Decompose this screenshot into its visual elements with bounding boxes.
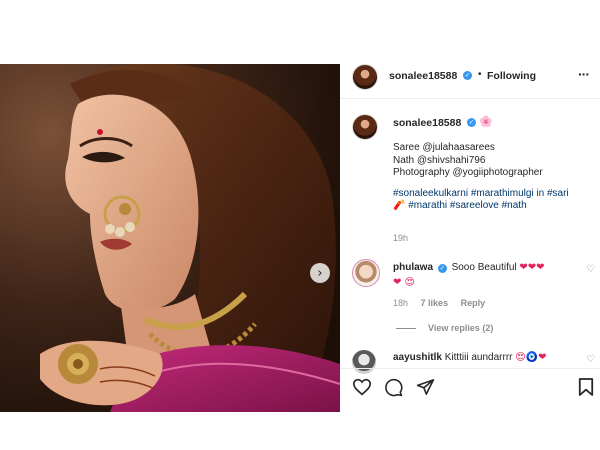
comment-aayushitlk: aayushitlk Kitttiii aundarrrr 😍🧿❤: [393, 350, 583, 365]
more-options-icon[interactable]: ···: [578, 66, 590, 82]
comment-emojis: ❤❤❤: [519, 262, 545, 273]
portrait-image: [0, 64, 340, 412]
comment-username[interactable]: phulawa: [393, 262, 433, 273]
verified-badge-icon: ✓: [463, 71, 472, 80]
caption-hashtags-line2-tags[interactable]: #marathi #sareelove #nath: [405, 200, 526, 211]
owner-username[interactable]: sonalee18588: [389, 70, 457, 82]
commenter-avatar-phulawa[interactable]: [352, 259, 380, 287]
owner-avatar[interactable]: [352, 64, 378, 90]
following-button[interactable]: Following: [487, 70, 536, 82]
post-details-panel: sonalee18588 ✓ • Following ··· sonalee18…: [340, 64, 600, 412]
heart-icon[interactable]: [352, 378, 372, 396]
firecracker-emoji: 🧨: [393, 200, 406, 212]
comment-username[interactable]: aayushitlk: [393, 352, 442, 363]
caption-username[interactable]: sonalee18588: [393, 117, 461, 129]
reply-button[interactable]: Reply: [461, 298, 486, 308]
comment-like-icon[interactable]: ♡: [586, 354, 595, 365]
bookmark-icon[interactable]: [578, 377, 594, 397]
caption-hashtags-line2: 🧨 #marathi #sareelove #nath: [393, 200, 598, 213]
chevron-right-icon: ›: [317, 265, 323, 281]
caption-line-saree: Saree @julahaasarees: [393, 142, 495, 153]
carousel-next-button[interactable]: ›: [310, 263, 330, 283]
caption-line-nath: Nath @shivshahi796: [393, 154, 486, 166]
caption-avatar[interactable]: [352, 114, 378, 140]
comment-meta: 18h 7 likes Reply: [393, 298, 485, 308]
caption-hashtags-line1[interactable]: #sonaleekulkarni #marathimulgi in #sari: [393, 188, 598, 201]
replies-line: [396, 328, 416, 329]
verified-badge-icon: ✓: [467, 118, 476, 127]
post-header: sonalee18588 ✓ • Following ···: [340, 64, 600, 90]
header-divider: [340, 98, 600, 99]
comment-emojis: 😍🧿❤: [515, 352, 547, 363]
comment-phulawa: phulawa ✓ Sooo Beautiful ❤❤❤ ❤ 😍: [393, 260, 583, 290]
post-photo[interactable]: ›: [0, 64, 340, 412]
flower-emoji: 🌸: [479, 115, 493, 128]
caption-body: Saree @julahaasarees Nath @shivshahi796 …: [393, 142, 598, 213]
caption-time[interactable]: 19h: [393, 233, 408, 243]
caption-line-photography: Photography @yogiiphotographer: [393, 167, 543, 179]
comment-icon[interactable]: [384, 378, 403, 397]
instagram-post: › sonalee18588 ✓ • Following ··· sonalee…: [0, 64, 600, 412]
comment-text: Kitttiii aundarrrr: [444, 352, 513, 363]
view-replies-button[interactable]: View replies (2): [428, 323, 493, 333]
comment-time[interactable]: 18h: [393, 298, 408, 308]
post-action-bar: [340, 374, 600, 400]
verified-badge-icon: ✓: [437, 264, 447, 273]
actions-divider: [340, 368, 600, 369]
share-icon[interactable]: [416, 378, 435, 396]
comment-emojis-line2: ❤ 😍: [393, 277, 415, 288]
comment-text: Sooo Beautiful: [451, 262, 517, 273]
commenter-avatar-aayushitlk[interactable]: [352, 350, 376, 374]
separator-dot: •: [478, 69, 482, 80]
comment-likes[interactable]: 7 likes: [421, 298, 449, 308]
comment-like-icon[interactable]: ♡: [586, 264, 595, 275]
